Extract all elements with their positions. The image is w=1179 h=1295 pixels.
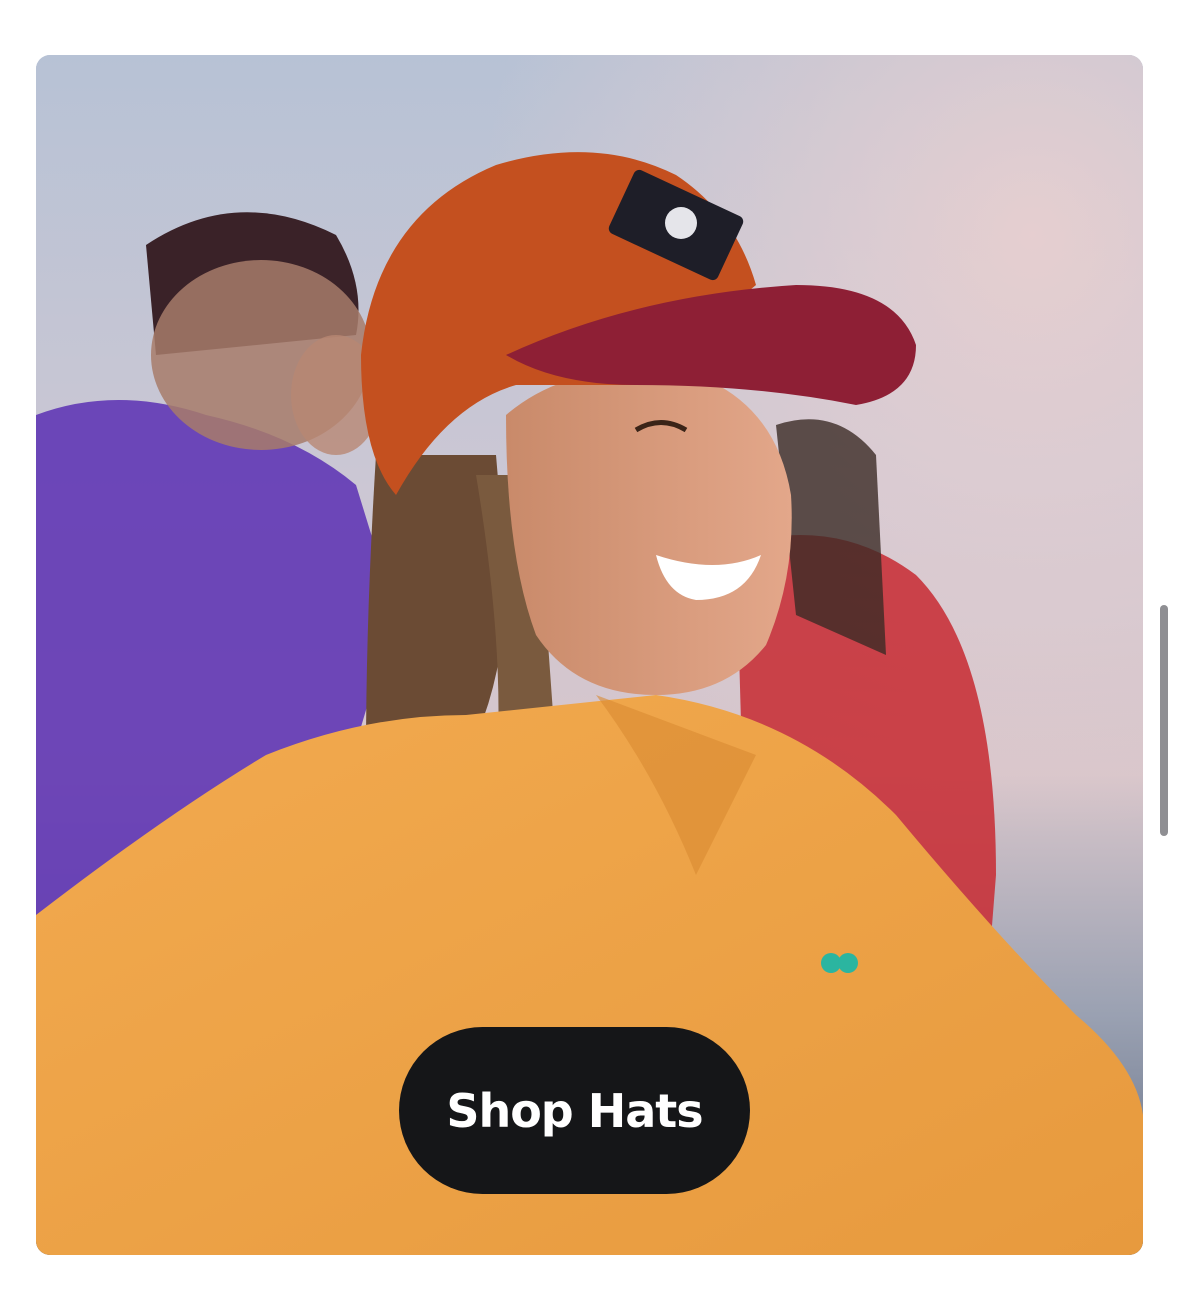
shop-hats-button[interactable]: Shop Hats xyxy=(399,1027,750,1194)
scrollbar[interactable] xyxy=(1160,605,1168,836)
page: Shop Hats xyxy=(0,0,1179,1295)
hero-banner[interactable]: Shop Hats xyxy=(36,55,1143,1255)
